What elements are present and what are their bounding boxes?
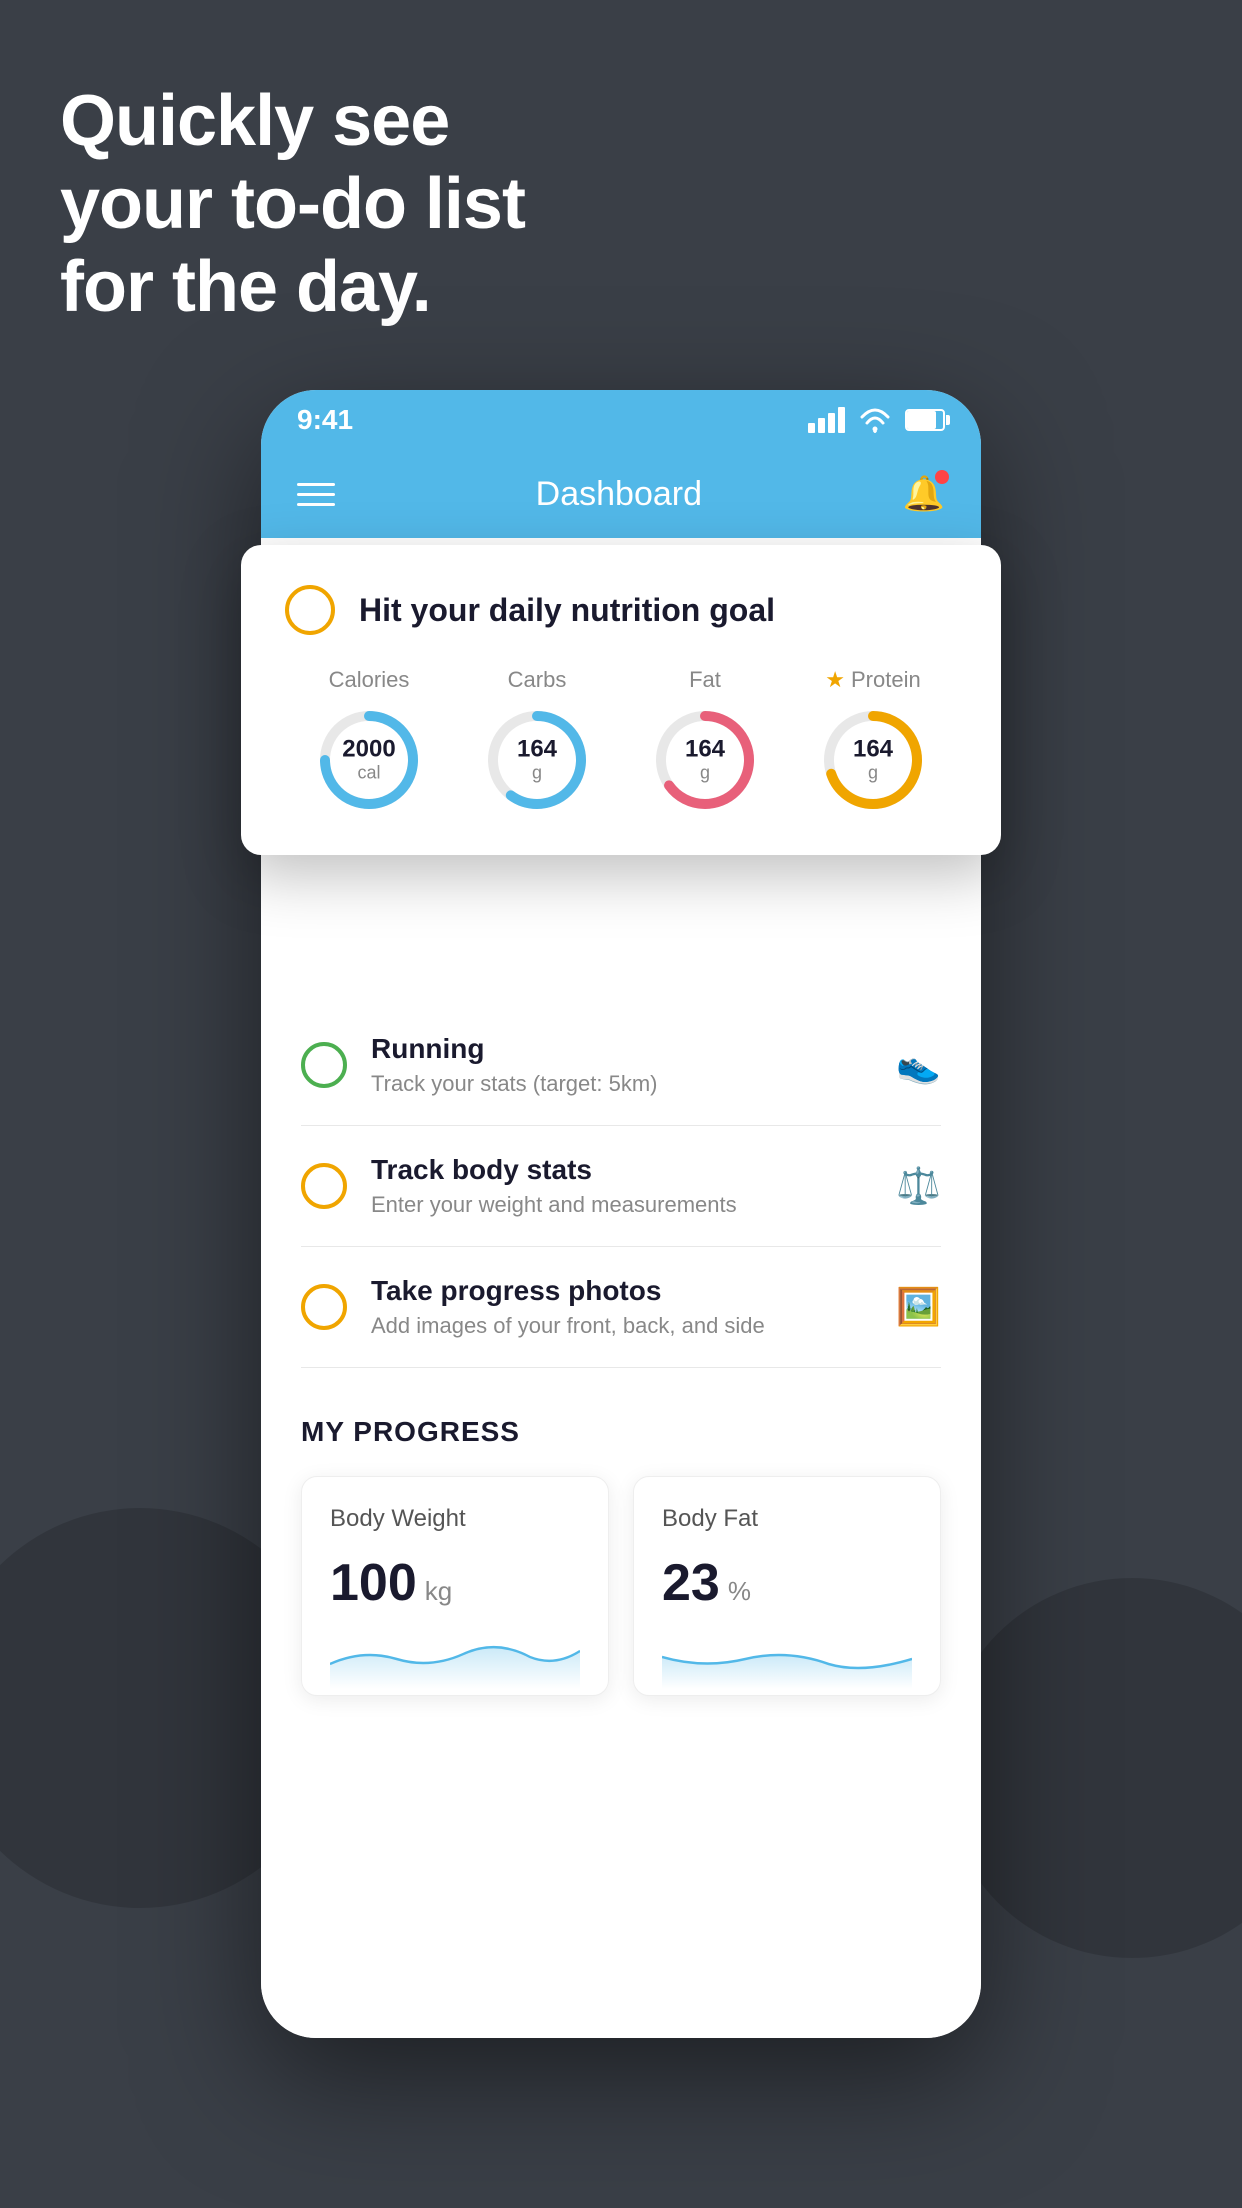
body-fat-card: Body Fat 23 % <box>633 1476 941 1696</box>
todo-title-running: Running <box>371 1033 896 1065</box>
body-weight-label: Body Weight <box>330 1505 580 1533</box>
macro-row: Calories 2000 cal Carbs <box>285 667 957 815</box>
body-weight-card: Body Weight 100 kg <box>301 1476 609 1696</box>
scale-icon: ⚖️ <box>896 1165 941 1207</box>
macro-carbs-label: Carbs <box>508 667 567 693</box>
hero-text: Quickly see your to-do list for the day. <box>60 80 525 328</box>
hero-line2: your to-do list <box>60 163 525 246</box>
bg-decor-right <box>942 1578 1242 1958</box>
progress-cards: Body Weight 100 kg <box>301 1476 941 1696</box>
fat-unit: g <box>685 763 725 784</box>
todo-subtitle-running: Track your stats (target: 5km) <box>371 1071 896 1097</box>
status-time: 9:41 <box>297 404 353 436</box>
todo-item-body-stats[interactable]: Track body stats Enter your weight and m… <box>301 1126 941 1247</box>
calories-value: 2000 <box>342 736 395 762</box>
body-weight-value-row: 100 kg <box>330 1553 580 1613</box>
macro-calories-label: Calories <box>329 667 410 693</box>
shoe-icon: 👟 <box>896 1044 941 1086</box>
body-fat-value-row: 23 % <box>662 1553 912 1613</box>
protein-unit: g <box>853 763 893 784</box>
progress-section: MY PROGRESS Body Weight 100 kg <box>261 1368 981 1736</box>
signal-icon <box>808 407 845 433</box>
macro-fat: Fat 164 g <box>650 667 760 815</box>
hero-line3: for the day. <box>60 246 525 329</box>
carbs-value: 164 <box>517 736 557 762</box>
macro-fat-donut: 164 g <box>650 705 760 815</box>
nutrition-card-title: Hit your daily nutrition goal <box>359 592 775 629</box>
todo-circle-running <box>301 1042 347 1088</box>
body-fat-label: Body Fat <box>662 1505 912 1533</box>
body-fat-number: 23 <box>662 1553 720 1613</box>
macro-carbs-donut: 164 g <box>482 705 592 815</box>
calories-unit: cal <box>342 763 395 784</box>
todo-list: Running Track your stats (target: 5km) 👟… <box>261 1005 981 1368</box>
macro-fat-label: Fat <box>689 667 721 693</box>
star-icon: ★ <box>825 667 845 693</box>
todo-title-body-stats: Track body stats <box>371 1154 896 1186</box>
todo-item-photos[interactable]: Take progress photos Add images of your … <box>301 1247 941 1368</box>
macro-protein-donut: 164 g <box>818 705 928 815</box>
nutrition-card-header: Hit your daily nutrition goal <box>285 585 957 635</box>
body-weight-chart <box>330 1629 580 1689</box>
todo-title-photos: Take progress photos <box>371 1275 896 1307</box>
notification-bell-icon[interactable]: 🔔 <box>903 474 945 514</box>
nav-title: Dashboard <box>536 475 702 514</box>
todo-circle-body-stats <box>301 1163 347 1209</box>
progress-heading: MY PROGRESS <box>301 1416 941 1448</box>
todo-subtitle-photos: Add images of your front, back, and side <box>371 1313 896 1339</box>
fat-value: 164 <box>685 736 725 762</box>
nav-bar: Dashboard 🔔 <box>261 450 981 538</box>
person-icon: 🖼️ <box>896 1286 941 1328</box>
body-weight-unit: kg <box>425 1576 452 1607</box>
macro-protein-label: Protein <box>851 667 921 693</box>
todo-circle-photos <box>301 1284 347 1330</box>
nutrition-card: Hit your daily nutrition goal Calories 2… <box>241 545 1001 855</box>
nutrition-check-circle <box>285 585 335 635</box>
body-fat-chart <box>662 1629 912 1689</box>
wifi-icon <box>859 407 891 433</box>
todo-text-running: Running Track your stats (target: 5km) <box>371 1033 896 1097</box>
macro-calories: Calories 2000 cal <box>314 667 424 815</box>
macro-carbs: Carbs 164 g <box>482 667 592 815</box>
body-weight-number: 100 <box>330 1553 417 1613</box>
macro-protein-label-row: ★ Protein <box>825 667 920 693</box>
protein-value: 164 <box>853 736 893 762</box>
macro-calories-donut: 2000 cal <box>314 705 424 815</box>
carbs-unit: g <box>517 763 557 784</box>
menu-icon[interactable] <box>297 483 335 506</box>
status-bar: 9:41 <box>261 390 981 450</box>
todo-text-photos: Take progress photos Add images of your … <box>371 1275 896 1339</box>
todo-item-running[interactable]: Running Track your stats (target: 5km) 👟 <box>301 1005 941 1126</box>
todo-text-body-stats: Track body stats Enter your weight and m… <box>371 1154 896 1218</box>
body-fat-unit: % <box>728 1576 751 1607</box>
status-icons <box>808 407 945 433</box>
hero-line1: Quickly see <box>60 80 525 163</box>
battery-icon <box>905 409 945 431</box>
notification-dot <box>935 470 949 484</box>
macro-protein: ★ Protein 164 g <box>818 667 928 815</box>
todo-subtitle-body-stats: Enter your weight and measurements <box>371 1192 896 1218</box>
